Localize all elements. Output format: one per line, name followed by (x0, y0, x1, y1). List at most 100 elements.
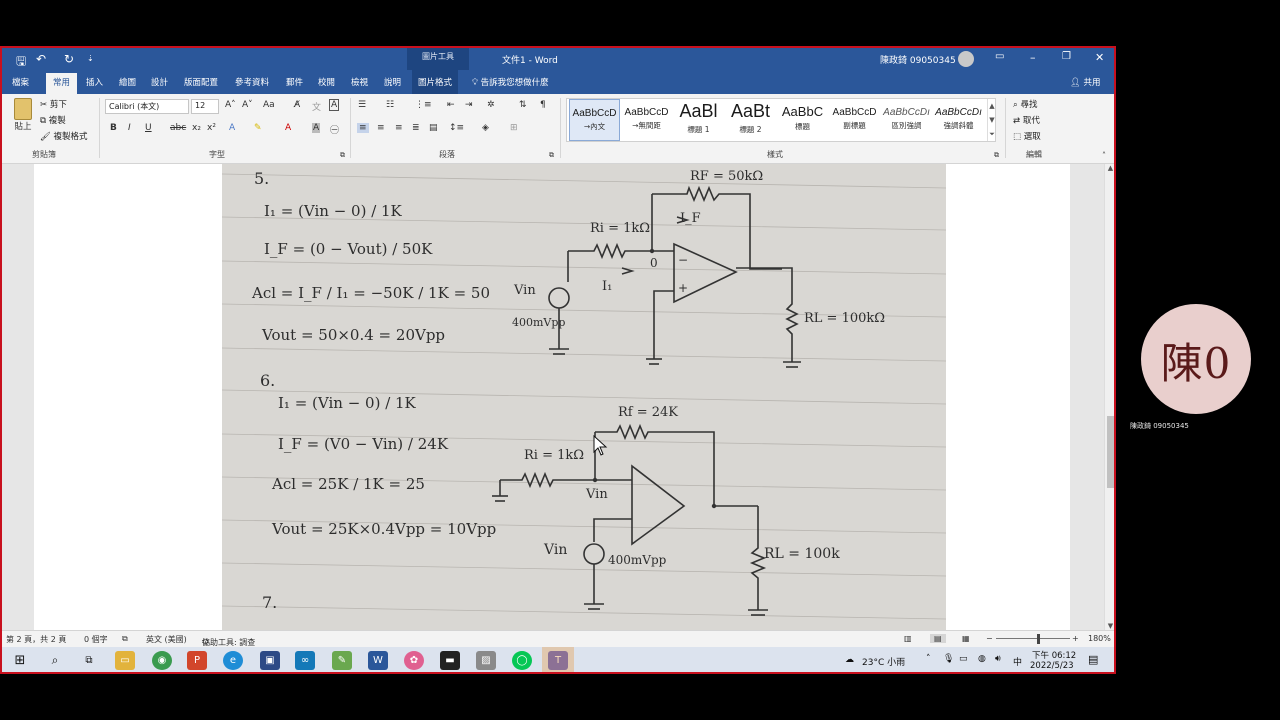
clear-formatting-icon[interactable]: A̸ (294, 100, 300, 110)
customize-quick-access-icon[interactable]: ⇣ (87, 54, 94, 63)
tab-home[interactable]: 常用 (46, 73, 78, 94)
multilevel-list-icon[interactable]: ⋮≡ (415, 100, 432, 110)
tell-me-search[interactable]: 💡︎ 告訴我您想做什麼 (472, 76, 549, 88)
character-border-icon[interactable]: A (329, 99, 340, 111)
character-shading-icon[interactable]: A (312, 123, 321, 133)
clock-date[interactable]: 2022/5/23 (1030, 661, 1074, 671)
collapse-ribbon-icon[interactable]: ˄ (1102, 151, 1106, 160)
select-button[interactable]: ⬚ 選取 (1013, 130, 1041, 142)
enclose-characters-icon[interactable]: ㊀ (330, 123, 339, 136)
copy-button[interactable]: ⧉ 複製 (40, 114, 66, 126)
tab-review[interactable]: 校閱 (318, 76, 335, 88)
snipping-tool-icon[interactable]: ✿ (404, 651, 424, 670)
numbering-icon[interactable]: ☷ (386, 100, 394, 110)
style-heading-2[interactable]: AaBt 標題 2 (725, 99, 776, 141)
font-name-select[interactable]: Calibri (本文) (105, 99, 189, 114)
highlight-icon[interactable]: ✎ (254, 123, 262, 133)
tab-references[interactable]: 參考資料 (235, 76, 269, 88)
line-spacing-icon[interactable]: ↕≡ (449, 123, 464, 133)
app-icon[interactable]: ∞ (295, 651, 315, 670)
document-page[interactable]: 5. I₁ = (Vin − 0) / 1K I_F = (0 − Vout) … (34, 164, 1070, 630)
style-subtle-emphasis[interactable]: AaBbCcDı 區別強調 (881, 99, 932, 141)
zoom-level[interactable]: 180% (1088, 634, 1111, 643)
align-right-icon[interactable]: ≡ (395, 123, 403, 133)
style-title[interactable]: AaBbC 標題 (777, 99, 828, 141)
tab-picture-format[interactable]: 圖片格式 (412, 70, 459, 94)
proofing-icon[interactable]: ⧉ (122, 634, 128, 644)
ribbon-display-options-icon[interactable]: ▭ (995, 51, 1004, 62)
participant-video-tile[interactable]: 陳0 (1141, 304, 1251, 414)
style-no-spacing[interactable]: AaBbCcD →無間距 (621, 99, 672, 141)
paint-icon[interactable]: ✎ (332, 651, 352, 670)
style-subtitle[interactable]: AaBbCcD 副標題 (829, 99, 880, 141)
find-button[interactable]: ⌕ 尋找 (1013, 98, 1037, 110)
monitor-app-icon[interactable]: ▣ (260, 651, 280, 670)
increase-indent-icon[interactable]: ⇥ (465, 100, 473, 110)
style-normal[interactable]: AaBbCcD →內文 (569, 99, 620, 141)
battery-icon[interactable]: ▭ (959, 654, 968, 664)
redo-icon[interactable]: ↻ (64, 52, 74, 66)
replace-button[interactable]: ⇄ 取代 (1013, 114, 1040, 126)
scrollbar-thumb[interactable] (1107, 416, 1114, 488)
zoom-out-icon[interactable]: − (986, 634, 993, 643)
align-center-icon[interactable]: ≡ (377, 123, 385, 133)
decrease-indent-icon[interactable]: ⇤ (447, 100, 455, 110)
show-marks-icon[interactable]: ¶ (540, 100, 546, 110)
subscript-icon[interactable]: x₂ (192, 123, 201, 133)
search-icon[interactable]: ⌕ (45, 651, 65, 670)
undo-icon[interactable]: ↶ (36, 52, 46, 66)
input-method-indicator[interactable]: 中 (1013, 655, 1022, 668)
superscript-icon[interactable]: x² (207, 123, 216, 133)
share-button[interactable]: 👤︎ 共用 (1070, 76, 1101, 88)
language-indicator[interactable]: 英文 (美國) (146, 634, 187, 645)
microphone-icon[interactable]: 🎙︎ (943, 654, 954, 664)
scroll-down-icon[interactable]: ▼ (1105, 622, 1114, 630)
volume-icon[interactable]: 🔊︎ (995, 654, 1001, 664)
tab-draw[interactable]: 繪圖 (119, 76, 136, 88)
avatar[interactable] (958, 51, 974, 67)
task-view-icon[interactable]: ⧉ (79, 651, 99, 670)
paste-button[interactable]: 貼上 (10, 98, 36, 132)
zoom-slider[interactable] (996, 638, 1070, 639)
word-icon[interactable]: W (368, 651, 388, 670)
shading-icon[interactable]: ◈ (482, 123, 489, 133)
asian-layout-icon[interactable]: ✲ (487, 100, 495, 110)
tab-design[interactable]: 設計 (151, 76, 168, 88)
strikethrough-icon[interactable]: abc (170, 123, 186, 133)
read-mode-icon[interactable]: ▥ (904, 634, 912, 643)
tab-view[interactable]: 檢視 (351, 76, 368, 88)
windows-start-icon[interactable]: ⊞ (10, 651, 30, 670)
line-icon[interactable]: ◯ (512, 651, 532, 670)
weather-text[interactable]: 23°C 小雨 (862, 655, 905, 668)
inserted-picture[interactable]: 5. I₁ = (Vin − 0) / 1K I_F = (0 − Vout) … (222, 164, 946, 630)
edge-icon[interactable]: e (223, 651, 243, 670)
scroll-up-icon[interactable]: ▲ (1105, 164, 1114, 172)
distributed-icon[interactable]: ▤ (429, 123, 438, 133)
styles-dialog-launcher-icon[interactable]: ⧉ (994, 151, 999, 160)
justify-icon[interactable]: ≣ (412, 123, 420, 133)
minimize-button[interactable]: – (1030, 51, 1036, 64)
notifications-icon[interactable]: ▤ (1088, 653, 1098, 666)
restore-button[interactable]: ❐ (1062, 51, 1071, 62)
bold-icon[interactable]: B (110, 123, 117, 133)
shrink-font-icon[interactable]: A˅ (242, 100, 253, 110)
sort-icon[interactable]: ⇅ (519, 100, 527, 110)
zoom-slider-handle[interactable] (1037, 634, 1040, 644)
tab-help[interactable]: 說明 (384, 76, 401, 88)
print-layout-icon[interactable]: ▤ (930, 634, 946, 643)
show-hidden-icons-icon[interactable]: ˄ (926, 654, 931, 664)
phonetic-guide-icon[interactable]: 文 (312, 100, 321, 113)
underline-icon[interactable]: U (145, 123, 152, 133)
styles-scroll[interactable]: ▲ ▼ ⏷ (987, 99, 996, 141)
align-left-icon[interactable]: ≡ (357, 123, 369, 133)
font-dialog-launcher-icon[interactable]: ⧉ (340, 151, 345, 160)
web-layout-icon[interactable]: ▦ (962, 634, 970, 643)
style-heading-1[interactable]: AaBl 標題 1 (673, 99, 724, 141)
cut-button[interactable]: ✂ 剪下 (40, 98, 67, 110)
grow-font-icon[interactable]: A˄ (225, 100, 236, 110)
tab-insert[interactable]: 插入 (86, 76, 103, 88)
italic-icon[interactable]: I (128, 123, 131, 133)
word-count[interactable]: 0 個字 (84, 634, 108, 645)
style-emphasis[interactable]: AaBbCcDı 強調斜體 (933, 99, 984, 141)
network-icon[interactable]: ◍ (978, 654, 986, 664)
